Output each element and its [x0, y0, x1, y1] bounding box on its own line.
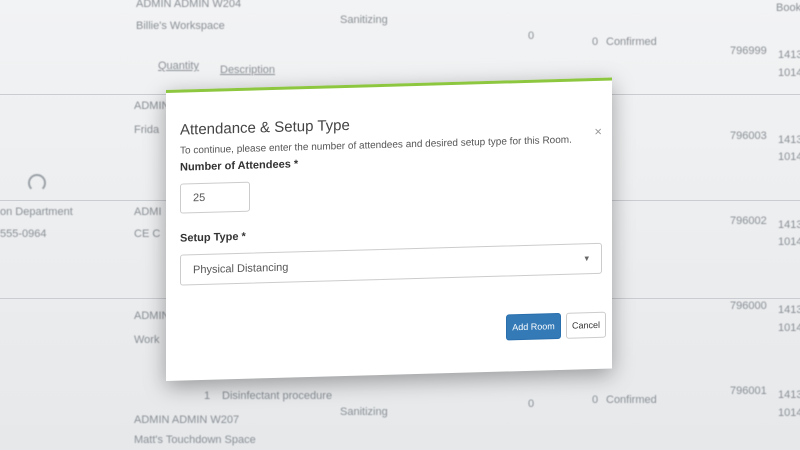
- bg-room: ADMIN ADMIN W204: [136, 0, 242, 10]
- bg-phone: 555-0964: [0, 228, 47, 240]
- bg-room: ADMI: [134, 206, 162, 218]
- bg-quantity-header: Quantity: [158, 60, 199, 72]
- bg-ref: 796001: [730, 385, 767, 397]
- headset-icon: [28, 174, 46, 192]
- modal-instructions: To continue, please enter the number of …: [180, 134, 572, 157]
- bg-code: 10149: [778, 236, 800, 248]
- chevron-down-icon: ▾: [584, 253, 589, 264]
- add-room-button[interactable]: Add Room: [506, 312, 561, 341]
- bg-room: ADMIN: [134, 100, 170, 112]
- bg-code: 10149: [778, 67, 800, 79]
- bg-status: Confirmed: [606, 394, 657, 406]
- bg-category: Sanitizing: [340, 14, 388, 26]
- attendees-label: Number of Attendees *: [180, 158, 299, 174]
- bg-space: Billie's Workspace: [136, 20, 225, 32]
- bg-category: Sanitizing: [340, 406, 388, 418]
- bg-ref: 796999: [730, 45, 767, 57]
- bg-room: ADMIN ADMIN W207: [134, 414, 240, 426]
- bg-code: 10149: [778, 151, 800, 163]
- bg-space: Frida: [134, 124, 160, 136]
- setup-type-value: Physical Distancing: [193, 261, 289, 276]
- bg-item-qty: 1: [204, 390, 211, 402]
- cancel-button[interactable]: Cancel: [566, 311, 606, 339]
- bg-qty: 0: [528, 398, 535, 410]
- bg-qty: 0: [592, 36, 599, 48]
- attendees-input[interactable]: [180, 181, 250, 214]
- bg-description-header: Description: [220, 64, 276, 76]
- bg-qty: 0: [528, 30, 535, 42]
- bg-space: Work: [134, 334, 160, 346]
- bg-code: 1413: [778, 49, 800, 61]
- bg-status: Confirmed: [606, 36, 657, 48]
- bg-header-fragment: Book: [776, 2, 800, 14]
- bg-ref: 796002: [730, 215, 767, 227]
- bg-room: ADMIN: [134, 310, 170, 322]
- bg-code: 10149: [778, 322, 800, 334]
- bg-ref: 796003: [730, 130, 767, 142]
- bg-qty: 0: [592, 394, 599, 406]
- setup-type-select[interactable]: Physical Distancing ▾: [180, 242, 602, 286]
- bg-code: 1413: [778, 134, 800, 146]
- attendance-setup-modal: × Attendance & Setup Type To continue, p…: [166, 77, 612, 382]
- bg-space: CE C: [134, 228, 161, 240]
- bg-department: on Department: [0, 206, 73, 218]
- bg-code: 10149: [778, 407, 800, 419]
- bg-code: 1413: [778, 219, 800, 231]
- bg-code: 1413: [778, 304, 800, 316]
- bg-item-desc: Disinfectant procedure: [222, 390, 333, 402]
- bg-space: Matt's Touchdown Space: [134, 434, 256, 446]
- bg-ref: 796000: [730, 300, 767, 312]
- setup-type-label: Setup Type *: [180, 230, 246, 245]
- modal-title: Attendance & Setup Type: [180, 116, 350, 139]
- bg-code: 1413: [778, 389, 800, 401]
